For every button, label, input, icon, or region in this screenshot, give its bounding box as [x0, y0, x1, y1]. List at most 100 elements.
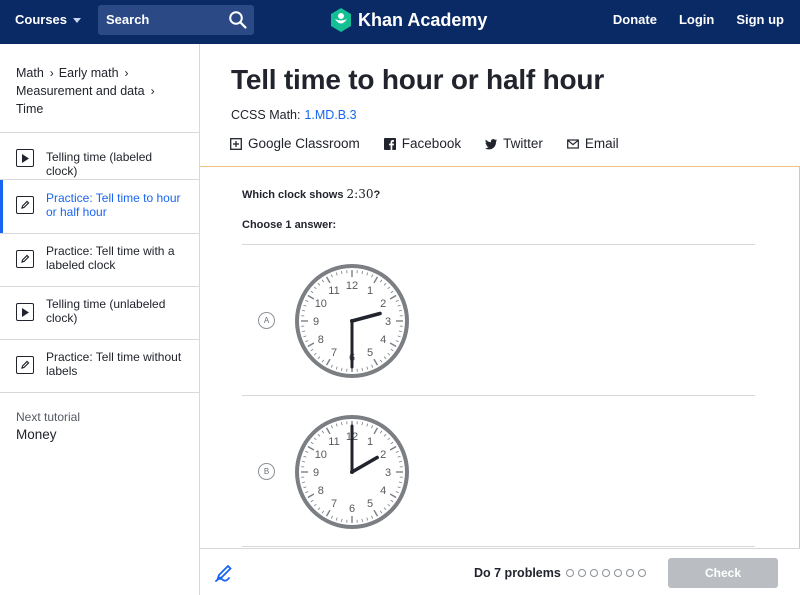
- clock-number: 4: [380, 334, 386, 346]
- clock-number: 9: [313, 316, 319, 328]
- brand-name: Khan Academy: [358, 9, 488, 30]
- clock-number: 9: [313, 467, 319, 479]
- clock-number: 11: [328, 285, 339, 297]
- breadcrumb: Math › Early math › Measurement and data › T…: [16, 64, 196, 118]
- signup-link[interactable]: Sign up: [736, 12, 784, 27]
- progress-dot: [614, 569, 622, 577]
- clock-center: [350, 470, 354, 474]
- chevron-right-icon: ›: [150, 84, 155, 98]
- search-box[interactable]: Search: [98, 5, 254, 35]
- clock-number: 1: [367, 285, 373, 297]
- share-label: Google Classroom: [248, 136, 360, 151]
- search-icon[interactable]: [228, 10, 248, 30]
- do-problems-label: Do 7 problems: [474, 566, 561, 580]
- clock-number: 8: [318, 334, 324, 346]
- clock-face-a: 121234567891011: [295, 264, 409, 378]
- courses-menu-button[interactable]: Courses: [15, 12, 82, 27]
- clock-number: 5: [367, 498, 373, 510]
- sidebar-item-label: Practice: Tell time with a labeled clock: [46, 244, 175, 272]
- progress-dot: [578, 569, 586, 577]
- breadcrumb-math[interactable]: Math: [16, 66, 44, 80]
- twitter-icon: [485, 138, 498, 149]
- choice-divider: [242, 546, 755, 547]
- exercise-footer: Do 7 problems Check: [200, 548, 800, 595]
- pencil-icon: [16, 250, 34, 268]
- sidebar-item-practice-hour-half-hour[interactable]: Practice: Tell time to hour or half hour: [0, 180, 199, 233]
- clock-number: 7: [331, 498, 337, 510]
- clock-number: 3: [385, 467, 391, 479]
- share-twitter-button[interactable]: Twitter: [485, 136, 543, 151]
- clock-number: 6: [349, 503, 355, 515]
- top-navigation-bar: Courses Search Khan Academy Donate Login…: [0, 0, 800, 44]
- ccss-code-link[interactable]: 1.MD.B.3: [304, 108, 356, 122]
- clock-number: 12: [346, 280, 358, 292]
- next-tutorial-link[interactable]: Money: [16, 427, 57, 442]
- progress-dot: [566, 569, 574, 577]
- progress-dot: [590, 569, 598, 577]
- login-link[interactable]: Login: [679, 12, 714, 27]
- progress-dot: [638, 569, 646, 577]
- question-suffix: ?: [373, 189, 381, 201]
- sidebar-divider: [0, 392, 199, 393]
- share-bar: Google Classroom Facebook Twitter Email: [230, 136, 619, 151]
- sidebar-item-label: Telling time (unlabeled clock): [46, 297, 166, 325]
- breadcrumb-measurement-and-data[interactable]: Measurement and data: [16, 84, 145, 98]
- donate-link[interactable]: Donate: [613, 12, 657, 27]
- check-button[interactable]: Check: [668, 558, 778, 588]
- play-icon: [16, 149, 34, 167]
- pencil-icon: [16, 196, 34, 214]
- sidebar-item-practice-without-labels[interactable]: Practice: Tell time without labels: [0, 340, 199, 393]
- scratchpad-pencil-icon[interactable]: [214, 563, 234, 583]
- clock-face-b: 121234567891011: [295, 415, 409, 529]
- progress-dot: [626, 569, 634, 577]
- share-google-classroom-button[interactable]: Google Classroom: [230, 136, 360, 151]
- share-label: Email: [584, 136, 619, 151]
- clock-number: 3: [385, 316, 391, 328]
- sidebar-item-telling-time-unlabeled[interactable]: Telling time (unlabeled clock): [0, 287, 199, 340]
- question-math: 2:30: [346, 187, 374, 201]
- sidebar-item-label: Telling time (labeled clock): [46, 150, 153, 178]
- search-label: Search: [106, 12, 150, 27]
- breadcrumb-time[interactable]: Time: [16, 102, 43, 116]
- clock-number: 1: [367, 436, 373, 448]
- sidebar-item-label: Practice: Tell time to hour or half hour: [46, 191, 181, 219]
- answer-choice-b[interactable]: B 121234567891011: [242, 396, 755, 546]
- courses-label: Courses: [15, 12, 68, 27]
- share-email-button[interactable]: Email: [566, 136, 619, 151]
- clock-number: 11: [328, 436, 339, 448]
- khan-academy-logo[interactable]: Khan Academy: [330, 8, 487, 32]
- chevron-right-icon: ›: [49, 66, 54, 80]
- facebook-icon: [383, 137, 396, 150]
- chevron-right-icon: ›: [124, 66, 129, 80]
- answer-choice-a[interactable]: A 121234567891011: [242, 245, 755, 395]
- share-label: Facebook: [401, 136, 462, 151]
- khan-leaf-logo-icon: [331, 8, 351, 32]
- breadcrumb-early-math[interactable]: Early math: [59, 66, 119, 80]
- sidebar-item-practice-labeled-clock[interactable]: Practice: Tell time with a labeled clock: [0, 234, 199, 287]
- choice-letter: A: [258, 312, 275, 329]
- next-tutorial-label: Next tutorial: [16, 410, 81, 424]
- account-links: Donate Login Sign up: [613, 12, 784, 27]
- clock-number: 5: [367, 347, 373, 359]
- clock-center: [350, 319, 354, 323]
- chevron-down-icon: [73, 18, 82, 23]
- clock-number: 8: [318, 485, 324, 497]
- pencil-icon: [16, 356, 34, 374]
- ccss-standard: CCSS Math: 1.MD.B.3: [231, 108, 357, 122]
- exercise-panel: Which clock shows 2:30? Choose 1 answer:…: [200, 166, 800, 548]
- choose-instruction: Choose 1 answer:: [242, 219, 337, 231]
- clock-number: 10: [315, 449, 327, 461]
- question-text: Which clock shows 2:30?: [242, 187, 380, 201]
- email-icon: [566, 138, 579, 149]
- clock-number: 4: [380, 485, 386, 497]
- ccss-prefix: CCSS Math:: [231, 108, 301, 122]
- sidebar-item-label: Practice: Tell time without labels: [46, 350, 182, 378]
- choice-letter: B: [258, 463, 275, 480]
- progress-dots: [566, 569, 646, 577]
- share-facebook-button[interactable]: Facebook: [383, 136, 462, 151]
- question-prefix: Which clock shows: [242, 189, 344, 201]
- tutorial-sidebar: Math › Early math › Measurement and data › T…: [0, 44, 200, 595]
- clock-number: 2: [380, 298, 386, 310]
- clock-number: 7: [331, 347, 337, 359]
- progress-dot: [602, 569, 610, 577]
